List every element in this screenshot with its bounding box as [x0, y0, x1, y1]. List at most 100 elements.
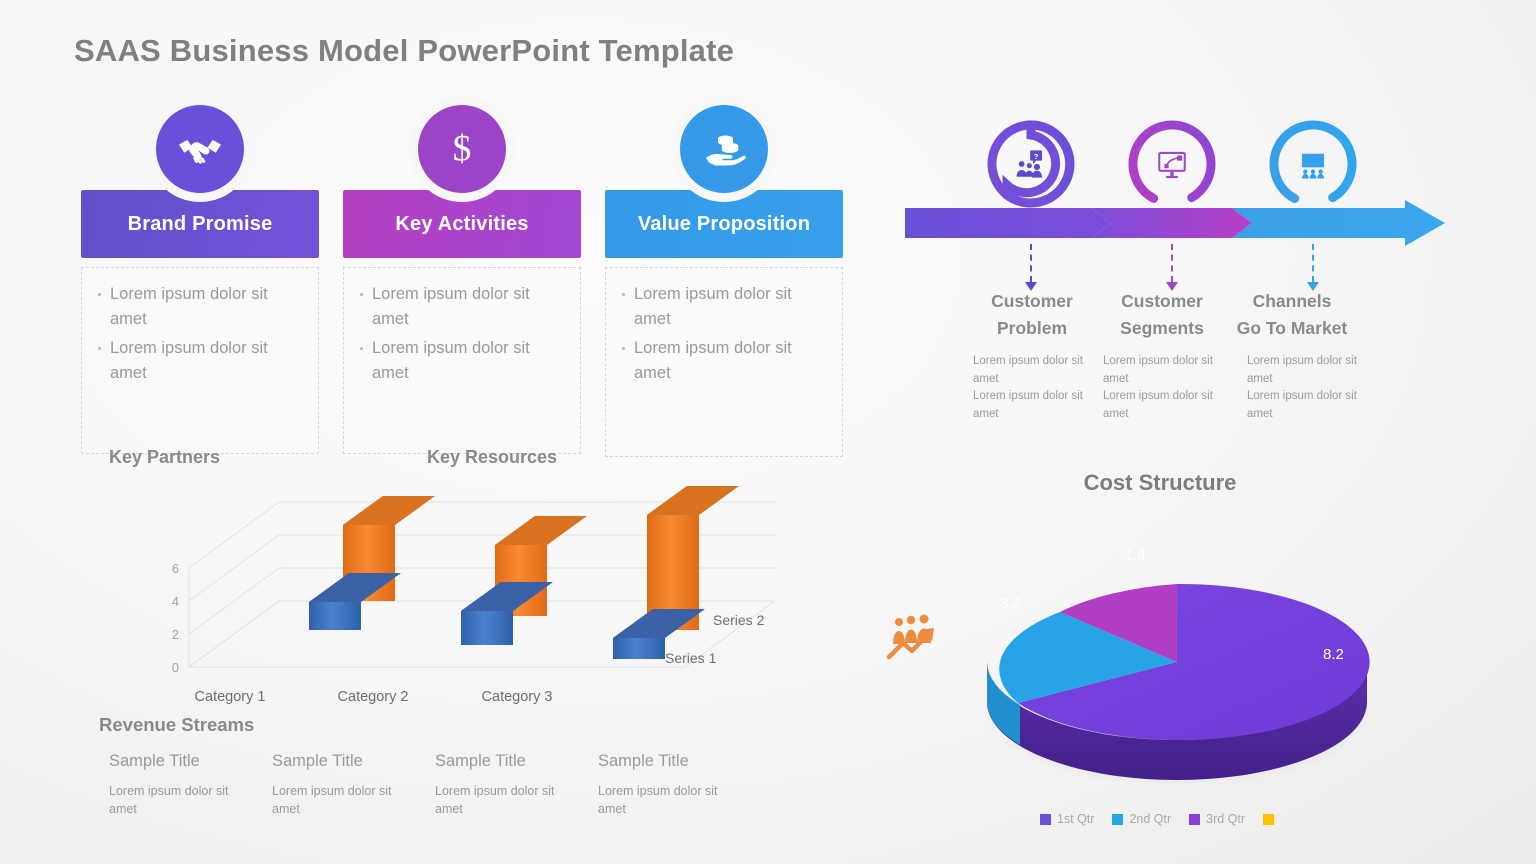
legend-item[interactable]: 1st Qtr: [1039, 812, 1095, 826]
column-body: Lorem ipsum dolor sit amet: [598, 784, 718, 816]
process-ring-1: ?: [985, 118, 1077, 210]
page-title: SAAS Business Model PowerPoint Template: [74, 33, 735, 68]
pie-data-label: 3.2: [1000, 595, 1021, 612]
svg-text:Category 1: Category 1: [195, 689, 266, 705]
body-line: Lorem ipsum dolor sit amet: [1247, 390, 1357, 420]
column-title: Sample Title: [272, 752, 363, 770]
pie-chart-section: Cost Structure 8.2 3.2 1.4 1st Qtr 2nd Q…: [880, 460, 1440, 850]
bar-c1-series2: [647, 486, 739, 630]
svg-text:Category 2: Category 2: [338, 689, 409, 705]
connector-line-3: [1307, 244, 1319, 291]
presentation-audience-icon: [1293, 144, 1333, 184]
column-body: Lorem ipsum dolor sit amet: [109, 784, 229, 816]
revenue-column: Sample Title Lorem ipsum dolor sit amet: [262, 752, 425, 818]
process-diagram: ? Customer Problem Customer Segments Cha…: [900, 108, 1445, 428]
legend-item[interactable]: [1263, 813, 1280, 825]
revenue-columns: Sample Title Lorem ipsum dolor sit amet …: [99, 752, 779, 818]
label-line: Segments: [1120, 318, 1204, 338]
people-growth-arrow-icon: [884, 610, 946, 666]
legend-swatch: [1039, 813, 1051, 825]
legend-swatch: [1112, 813, 1124, 825]
column-title: Sample Title: [109, 752, 200, 770]
svg-text:4: 4: [172, 594, 179, 609]
pie-data-label: 1.4: [1125, 547, 1146, 564]
process-step-label-2: Customer Segments: [1087, 288, 1237, 342]
svg-text:Category 3: Category 3: [482, 689, 553, 705]
card-header: Value Proposition: [605, 105, 843, 258]
card-title: Value Proposition: [637, 212, 811, 235]
label-line: Go To Market: [1236, 318, 1348, 338]
process-step-body-2: Lorem ipsum dolor sit amet Lorem ipsum d…: [1103, 353, 1221, 423]
svg-text:Series 2: Series 2: [713, 612, 765, 628]
body-line: Lorem ipsum dolor sit amet: [1103, 355, 1213, 385]
body-line: Lorem ipsum dolor sit amet: [1247, 355, 1357, 385]
bar-chart-section: Key Partners Key Resources 0 2 4 6 Serie…: [95, 440, 775, 705]
revenue-column: Sample Title Lorem ipsum dolor sit amet: [588, 752, 751, 818]
card-title: Key Activities: [395, 212, 529, 235]
bullet-list: Lorem ipsum dolor sit amet Lorem ipsum d…: [352, 282, 570, 386]
connector-line-2: [1166, 244, 1178, 291]
process-step-label-1: Customer Problem: [957, 288, 1107, 342]
bar-chart-canvas: 0 2 4 6 Series 2 Series 1 Category 1 Cat…: [172, 486, 775, 705]
legend-swatch: [1263, 813, 1275, 825]
card-body: Lorem ipsum dolor sit amet Lorem ipsum d…: [81, 267, 319, 454]
card-header: $ Key Activities: [343, 105, 581, 258]
handshake-icon: [156, 105, 244, 193]
process-step-body-3: Lorem ipsum dolor sit amet Lorem ipsum d…: [1247, 353, 1365, 423]
label-line: Problem: [996, 318, 1068, 338]
card-brand-promise[interactable]: Brand Promise Lorem ipsum dolor sit amet…: [81, 105, 319, 454]
body-line: Lorem ipsum dolor sit amet: [973, 390, 1083, 420]
svg-text:Series 1: Series 1: [665, 650, 717, 666]
svg-text:2: 2: [172, 627, 179, 642]
bullet-list: Lorem ipsum dolor sit amet Lorem ipsum d…: [90, 282, 308, 386]
legend-item[interactable]: 3rd Qtr: [1189, 812, 1245, 826]
section-title: Revenue Streams: [99, 714, 255, 735]
people-question-icon: ?: [1011, 144, 1051, 184]
list-item: Lorem ipsum dolor sit amet: [352, 282, 570, 332]
list-item: Lorem ipsum dolor sit amet: [90, 282, 308, 332]
revenue-column: Sample Title Lorem ipsum dolor sit amet: [425, 752, 588, 818]
label-line: Customer: [1121, 291, 1203, 311]
column-title: Sample Title: [598, 752, 689, 770]
card-header: Brand Promise: [81, 105, 319, 258]
monitor-design-icon: [1152, 144, 1192, 184]
legend-label: 2nd Qtr: [1129, 812, 1172, 826]
column-body: Lorem ipsum dolor sit amet: [272, 784, 392, 816]
connector-line-1: [1025, 244, 1037, 291]
process-ring-2: [1126, 118, 1218, 210]
svg-text:?: ?: [1034, 152, 1039, 161]
list-item: Lorem ipsum dolor sit amet: [352, 336, 570, 386]
label-line: Channels: [1252, 291, 1332, 311]
legend-label: 1st Qtr: [1056, 812, 1095, 826]
process-step-label-3: Channels Go To Market: [1217, 288, 1367, 342]
card-body: Lorem ipsum dolor sit amet Lorem ipsum d…: [605, 267, 843, 457]
label-line: Customer: [991, 291, 1073, 311]
hand-coins-icon: [680, 105, 768, 193]
legend-item[interactable]: 2nd Qtr: [1112, 812, 1171, 826]
legend-swatch: [1189, 813, 1201, 825]
process-step-body-1: Lorem ipsum dolor sit amet Lorem ipsum d…: [973, 353, 1091, 423]
bullet-list: Lorem ipsum dolor sit amet Lorem ipsum d…: [614, 282, 832, 386]
revenue-streams-section: Revenue Streams Sample Title Lorem ipsum…: [99, 714, 779, 818]
chart-title: Cost Structure: [1083, 470, 1237, 495]
revenue-column: Sample Title Lorem ipsum dolor sit amet: [99, 752, 262, 818]
list-item: Lorem ipsum dolor sit amet: [614, 282, 832, 332]
list-item: Lorem ipsum dolor sit amet: [614, 336, 832, 386]
card-body: Lorem ipsum dolor sit amet Lorem ipsum d…: [343, 267, 581, 454]
column-body: Lorem ipsum dolor sit amet: [435, 784, 555, 816]
card-key-activities[interactable]: $ Key Activities Lorem ipsum dolor sit a…: [343, 105, 581, 454]
dollar-sign-icon: $: [418, 105, 506, 193]
pie-data-label: 8.2: [1323, 646, 1344, 663]
slide-canvas: SAAS Business Model PowerPoint Template …: [0, 0, 1536, 864]
svg-text:6: 6: [172, 561, 179, 576]
list-item: Lorem ipsum dolor sit amet: [90, 336, 308, 386]
body-line: Lorem ipsum dolor sit amet: [973, 355, 1083, 385]
svg-text:0: 0: [172, 660, 179, 675]
card-value-proposition[interactable]: Value Proposition Lorem ipsum dolor sit …: [605, 105, 843, 457]
svg-text:$: $: [453, 129, 472, 170]
column-title: Sample Title: [435, 752, 526, 770]
body-line: Lorem ipsum dolor sit amet: [1103, 390, 1213, 420]
legend-label: 3rd Qtr: [1206, 812, 1246, 826]
card-title: Brand Promise: [127, 212, 273, 235]
pie-legend: 1st Qtr 2nd Qtr 3rd Qtr: [880, 812, 1440, 826]
